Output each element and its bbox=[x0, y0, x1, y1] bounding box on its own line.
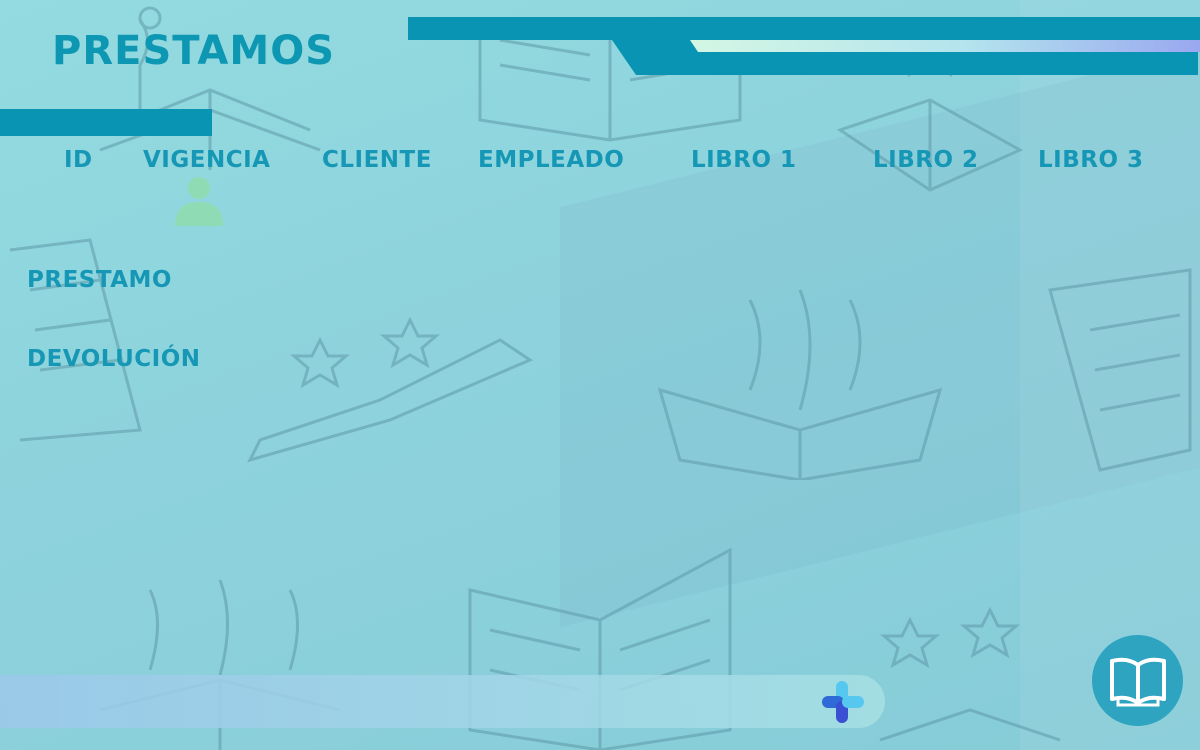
book-doodle-icon bbox=[9, 238, 142, 442]
book-button[interactable] bbox=[1092, 635, 1183, 726]
header-accent-stripe bbox=[690, 40, 1200, 52]
header-bar-left bbox=[0, 109, 212, 136]
book-doodle-icon bbox=[1048, 268, 1192, 472]
user-icon[interactable] bbox=[173, 176, 225, 228]
column-header-libro-3: LIBRO 3 bbox=[1038, 147, 1144, 173]
column-header-vigencia: VIGENCIA bbox=[143, 147, 271, 173]
header-bar-top bbox=[408, 17, 1200, 40]
plus-icon[interactable] bbox=[820, 679, 866, 725]
column-header-libro-1: LIBRO 1 bbox=[691, 147, 797, 173]
book-doodle-icon bbox=[657, 289, 943, 480]
column-header-libro-2: LIBRO 2 bbox=[873, 147, 979, 173]
bottom-action-bar bbox=[0, 675, 885, 728]
prestamo-link[interactable]: PRESTAMO bbox=[27, 267, 172, 293]
book-doodle-icon bbox=[247, 316, 534, 463]
open-book-icon bbox=[1109, 657, 1166, 706]
column-header-id: ID bbox=[64, 147, 93, 173]
book-doodle-icon bbox=[879, 606, 1061, 742]
devolucion-link[interactable]: DEVOLUCIÓN bbox=[27, 346, 201, 372]
column-header-cliente: CLIENTE bbox=[322, 147, 432, 173]
page-title: PRESTAMOS bbox=[52, 28, 336, 74]
column-header-empleado: EMPLEADO bbox=[478, 147, 625, 173]
